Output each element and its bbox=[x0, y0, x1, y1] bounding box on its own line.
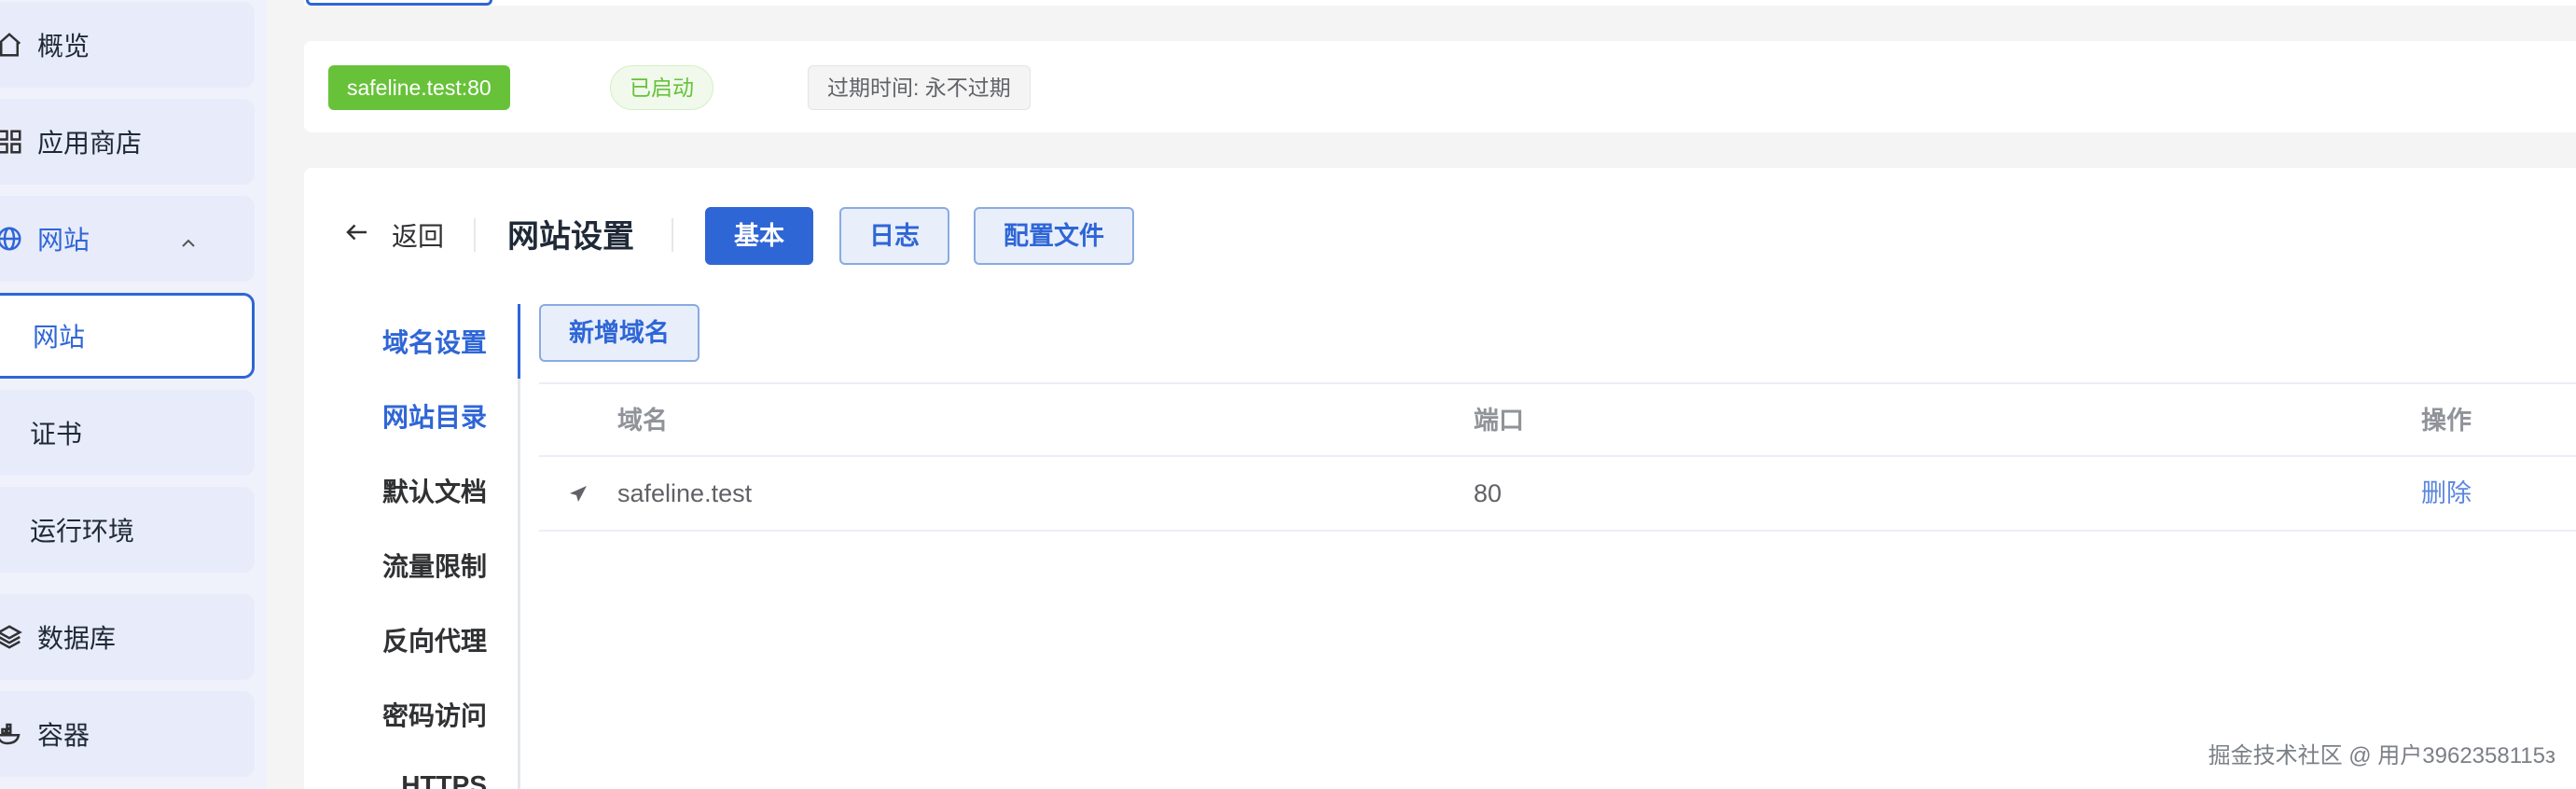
table-row: safeline.test 80 删除 bbox=[539, 457, 2576, 532]
sidebar-item-container[interactable]: 容器 bbox=[0, 691, 255, 777]
settings-submenu: 域名设置 网站目录 默认文档 流量限制 反向代理 密码访问 HTTPS bbox=[304, 298, 520, 789]
sidebar-item-website[interactable]: 网站 bbox=[0, 196, 255, 282]
cell-domain: safeline.test bbox=[617, 479, 753, 507]
tab-basic[interactable]: 基本 bbox=[705, 207, 813, 265]
table-header: 域名 端口 操作 bbox=[539, 382, 2576, 457]
grid-icon bbox=[0, 127, 24, 157]
submenu-item-rate-limit[interactable]: 流量限制 bbox=[304, 547, 520, 584]
column-header-action: 操作 bbox=[2421, 407, 2472, 435]
back-button[interactable]: 返回 bbox=[392, 216, 444, 254]
docker-icon bbox=[0, 719, 24, 749]
chevron-up-icon[interactable] bbox=[179, 229, 198, 248]
website-status-card: safeline.test:80 已启动 过期时间: 永不过期 bbox=[304, 41, 2576, 132]
submenu-item-reverse-proxy[interactable]: 反向代理 bbox=[304, 621, 520, 658]
sidebar-item-label: 容器 bbox=[37, 721, 90, 750]
sidebar-subitem-certificate[interactable]: 证书 bbox=[0, 390, 255, 476]
sidebar-item-label: 网站 bbox=[37, 226, 90, 255]
sidebar-item-label: 概览 bbox=[37, 32, 90, 61]
add-domain-button[interactable]: 新增域名 bbox=[539, 304, 699, 362]
column-header-domain: 域名 bbox=[617, 407, 668, 435]
website-settings-card: 返回 网站设置 基本 日志 配置文件 域名设置 网站目录 默认文档 流量限制 反… bbox=[304, 168, 2576, 789]
submenu-item-directory[interactable]: 网站目录 bbox=[304, 397, 520, 435]
column-header-port: 端口 bbox=[1474, 407, 1524, 435]
settings-header: 返回 网站设置 基本 日志 配置文件 bbox=[304, 168, 2576, 298]
sidebar-item-app-store[interactable]: 应用商店 bbox=[0, 99, 255, 185]
submenu-item-default-doc[interactable]: 默认文档 bbox=[304, 472, 520, 509]
sidebar-item-overview[interactable]: 概览 bbox=[0, 2, 255, 88]
sidebar-item-database[interactable]: 数据库 bbox=[0, 594, 255, 680]
submenu-item-https[interactable]: HTTPS bbox=[304, 770, 520, 789]
sidebar-subitem-label: 网站 bbox=[33, 323, 86, 352]
home-icon bbox=[0, 30, 24, 60]
sidebar-item-label: 应用商店 bbox=[37, 129, 143, 158]
watermark: 掘金技术社区 @ 用户3962358115з bbox=[2208, 743, 2555, 768]
submenu-item-password-access[interactable]: 密码访问 bbox=[304, 696, 520, 733]
domain-badge: safeline.test:80 bbox=[328, 65, 510, 110]
top-tab-edge bbox=[306, 0, 492, 6]
sidebar-subitem-label: 证书 bbox=[30, 420, 83, 449]
sidebar-subitem-runtime[interactable]: 运行环境 bbox=[0, 487, 255, 573]
divider bbox=[672, 218, 673, 252]
send-icon bbox=[567, 483, 589, 505]
sidebar-subitem-label: 运行环境 bbox=[30, 517, 135, 546]
sidebar-subitem-website[interactable]: 网站 bbox=[0, 293, 255, 379]
cell-port: 80 bbox=[1474, 479, 1503, 507]
sidebar: 概览 应用商店 网站 网站 证书 运行环境 数据库 容器 bbox=[0, 0, 267, 789]
divider bbox=[474, 218, 476, 252]
tab-config-file[interactable]: 配置文件 bbox=[974, 207, 1134, 265]
layers-icon bbox=[0, 622, 24, 652]
status-badge: 已启动 bbox=[610, 65, 713, 110]
globe-icon bbox=[0, 224, 24, 254]
page-title: 网站设置 bbox=[507, 219, 634, 255]
domain-table: 域名 端口 操作 safeline.test 80 删除 bbox=[539, 382, 2576, 532]
top-card-edge bbox=[304, 0, 2576, 6]
tab-log[interactable]: 日志 bbox=[839, 207, 949, 265]
expire-badge: 过期时间: 永不过期 bbox=[808, 65, 1031, 110]
sidebar-item-label: 数据库 bbox=[37, 624, 117, 653]
delete-link[interactable]: 删除 bbox=[2421, 457, 2472, 530]
submenu-item-domain[interactable]: 域名设置 bbox=[304, 323, 520, 360]
arrow-left-icon[interactable] bbox=[343, 218, 371, 246]
